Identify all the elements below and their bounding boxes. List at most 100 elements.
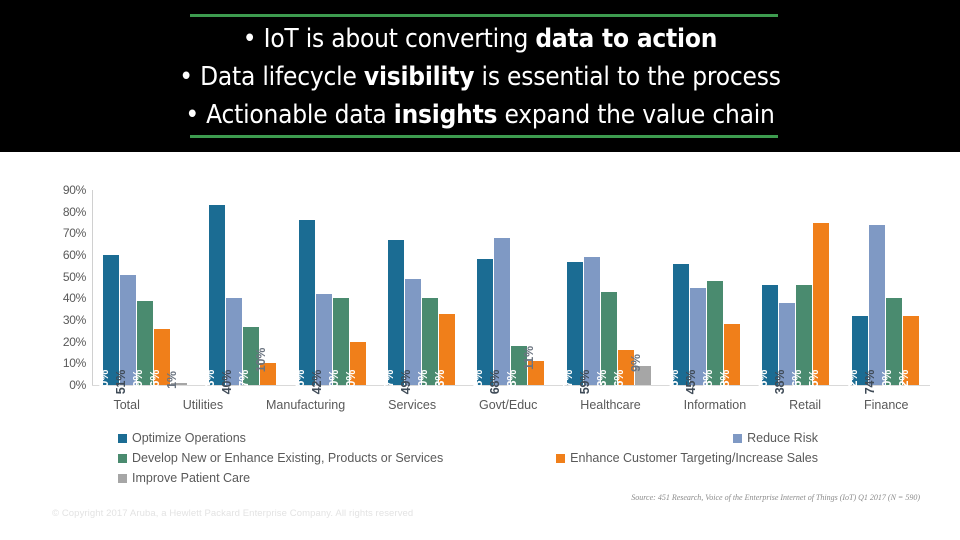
- y-axis-tick-label: 70%: [62, 226, 86, 241]
- bar: 83%: [203, 205, 226, 394]
- bar-value-label: 1%: [165, 371, 180, 389]
- bar-value-label: 49%: [399, 369, 414, 395]
- headline-bullets: • IoT is about converting data to action…: [0, 20, 960, 134]
- bar-value-label: 56%: [667, 369, 682, 395]
- legend-label: Develop New or Enhance Existing, Product…: [132, 450, 444, 465]
- bar-value-label: 33%: [433, 369, 448, 395]
- y-axis-tick-label: 60%: [62, 248, 86, 262]
- legend-item[interactable]: Enhance Customer Targeting/Increase Sale…: [556, 452, 818, 465]
- legend-item[interactable]: Improve Patient Care: [118, 472, 250, 485]
- bar-value-label: 32%: [845, 369, 860, 395]
- bar: 67%: [382, 239, 405, 394]
- chart-container: 90% 80% 70% 60% 50% 40% 30% 20% 10% 0% 60% 51% 39% 2…: [0, 152, 960, 540]
- legend-row: Develop New or Enhance Existing, Product…: [118, 448, 818, 468]
- bar-value-label: 40%: [416, 369, 431, 395]
- bar: 56%: [667, 263, 690, 394]
- headline-line-3: • Actionable data insights expand the va…: [0, 96, 960, 134]
- bar: 11%: [522, 346, 545, 385]
- headline-text: • Data lifecycle: [179, 62, 364, 92]
- bar: 75%: [807, 222, 830, 394]
- x-axis-tick-label: Manufacturing: [266, 398, 346, 412]
- y-axis-tick-label: 40%: [62, 291, 86, 306]
- legend-row: Improve Patient Care: [118, 468, 818, 488]
- bar-value-label: 58%: [471, 369, 486, 395]
- bar-value-label: 38%: [773, 369, 788, 395]
- legend-row: Optimize Operations Reduce Risk: [118, 428, 818, 448]
- chart-plot-region: 90% 80% 70% 60% 50% 40% 30% 20% 10% 0% 60% 51% 39% 2…: [30, 183, 930, 405]
- headline-text: • Actionable data: [185, 100, 394, 130]
- bar-group: 60% 51% 39% 26% 1%: [97, 190, 188, 394]
- bar: 28%: [718, 324, 741, 394]
- bar: 10%: [254, 348, 277, 385]
- bar-value-label: 51%: [114, 369, 129, 395]
- bar-value-label: 11%: [522, 346, 537, 371]
- y-axis-tick-label: 0%: [69, 378, 86, 392]
- legend-label: Enhance Customer Targeting/Increase Sale…: [570, 450, 818, 465]
- bar-value-label: 9%: [628, 353, 643, 372]
- legend-swatch-icon: [118, 453, 127, 463]
- bar-value-label: 46%: [756, 369, 771, 395]
- bar-value-label: 10%: [254, 348, 269, 373]
- bar-value-label: 26%: [148, 369, 163, 395]
- bar: 76%: [293, 220, 315, 394]
- bar-value-label: 42%: [309, 369, 324, 395]
- legend-item[interactable]: Optimize Operations: [118, 432, 246, 445]
- bar-value-label: 76%: [292, 369, 307, 395]
- bar-value-label: 59%: [577, 369, 592, 395]
- headline-line-2: • Data lifecycle visibility is essential…: [0, 58, 960, 96]
- bar-group: 76% 42% 40% 20%: [293, 190, 366, 394]
- bar-value-label: 16%: [611, 369, 626, 395]
- x-axis-tick-label: Utilities: [182, 398, 224, 412]
- bar: 33%: [433, 313, 456, 394]
- bar-group: 32% 74% 40% 32%: [846, 190, 919, 394]
- headline-emphasis: insights: [393, 100, 498, 130]
- y-axis: 90% 80% 70% 60% 50% 40% 30% 20% 10% 0%: [30, 183, 86, 405]
- bar-value-label: 46%: [790, 369, 805, 395]
- bar: 32%: [897, 315, 919, 394]
- bar: 59%: [578, 257, 600, 394]
- legend-swatch-icon: [118, 433, 127, 443]
- chart-legend: Optimize Operations Reduce Risk Develop Ne…: [118, 428, 818, 488]
- divider-bottom: [190, 135, 778, 138]
- y-axis-tick-label: 50%: [62, 269, 86, 284]
- bar-value-label: 45%: [684, 369, 699, 395]
- bar-value-label: 83%: [203, 369, 218, 395]
- bar-value-label: 28%: [718, 369, 733, 395]
- title-banner: • IoT is about converting data to action…: [0, 0, 960, 152]
- legend-item[interactable]: Develop New or Enhance Existing, Product…: [118, 452, 443, 465]
- bar: 20%: [344, 341, 366, 394]
- headline-emphasis: data to action: [535, 24, 718, 54]
- source-note: Source: 451 Research, Voice of the Enter…: [631, 493, 920, 502]
- bar-value-label: 40%: [879, 369, 894, 395]
- headline-text: • IoT is about converting: [242, 24, 536, 54]
- headline-line-1: • IoT is about converting data to action: [0, 20, 960, 58]
- headline-text: expand the value chain: [497, 100, 775, 130]
- bar-value-label: 39%: [131, 369, 146, 395]
- legend-item[interactable]: Reduce Risk: [733, 432, 818, 445]
- bar-value-label: 32%: [896, 369, 911, 395]
- bar: 51%: [114, 274, 137, 394]
- bar-groups: 60% 51% 39% 26% 1% 83% 40% 27% 10% 76% 42% 40% 20% 67…: [92, 190, 930, 394]
- y-axis-tick-label: 30%: [62, 313, 86, 327]
- legend-swatch-icon: [118, 473, 127, 483]
- bar-value-label: 67%: [382, 369, 397, 395]
- bar-value-label: 74%: [862, 369, 877, 395]
- x-axis-tick-label: Information: [683, 398, 747, 412]
- bar-value-label: 20%: [343, 369, 358, 395]
- bar-value-label: 43%: [594, 369, 609, 395]
- bar-group: 57% 59% 43% 16% 9%: [561, 190, 651, 394]
- legend-label: Improve Patient Care: [132, 470, 251, 485]
- bar-value-label: 60%: [97, 369, 112, 395]
- bar-value-label: 68%: [488, 369, 503, 395]
- x-axis-tick-label: Govt/Educ: [479, 398, 538, 412]
- x-axis: Total Utilities Manufacturing Services Govt/…: [92, 398, 930, 412]
- x-axis-tick-label: Healthcare: [580, 398, 641, 412]
- bar: 74%: [863, 224, 885, 394]
- bar-value-label: 40%: [326, 369, 341, 395]
- bar-value-label: 48%: [701, 369, 716, 395]
- headline-text: is essential to the process: [474, 62, 781, 92]
- bar: 9%: [629, 354, 651, 385]
- x-axis-tick-label: Finance: [864, 398, 909, 412]
- bar-value-label: 40%: [220, 369, 235, 395]
- legend-label: Optimize Operations: [132, 430, 246, 445]
